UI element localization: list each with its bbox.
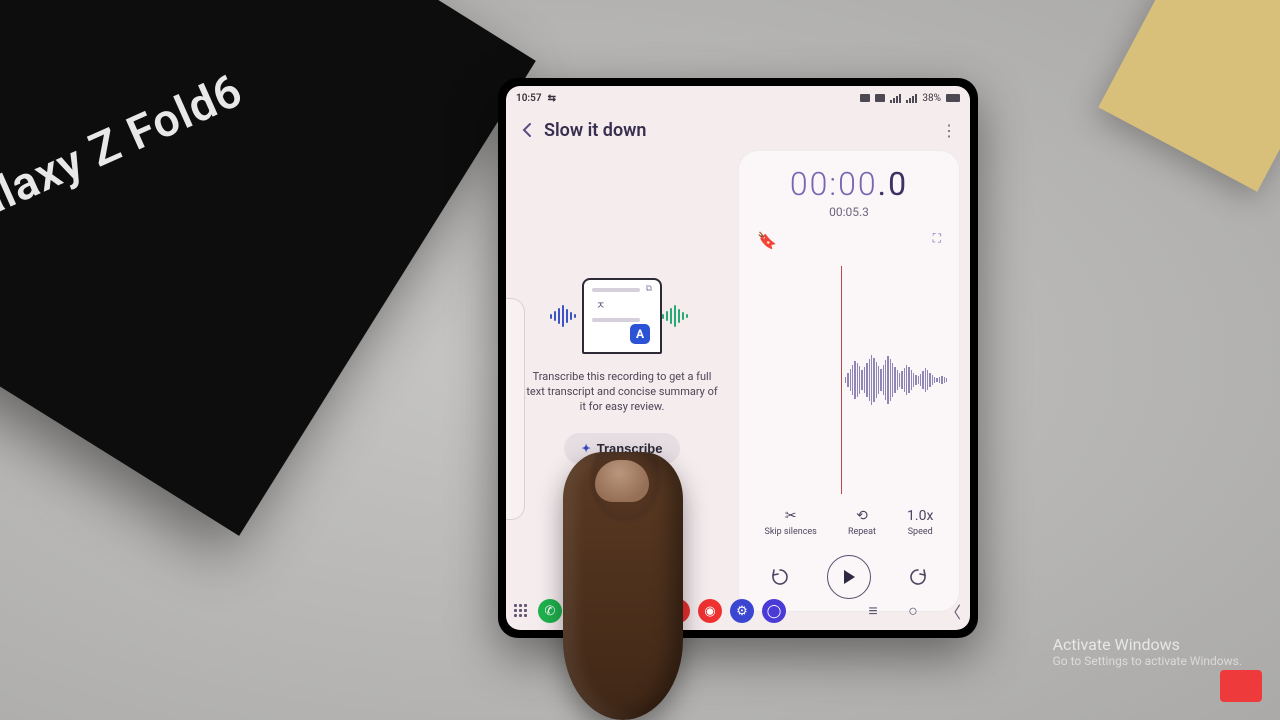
- chevron-left-icon: [521, 122, 533, 138]
- box-badge: [70, 0, 359, 16]
- nav-home[interactable]: ○: [904, 602, 922, 620]
- image-marker-button[interactable]: ⛶: [933, 231, 941, 250]
- player-card: 00:00.0 00:05.3 🔖 ⛶: [738, 150, 960, 612]
- side-panel-handle[interactable]: [506, 298, 525, 520]
- nav-recents[interactable]: ≡: [864, 602, 882, 620]
- skip-silences-button[interactable]: ✂︎ Skip silences: [765, 508, 817, 537]
- rewind-button[interactable]: [765, 562, 795, 592]
- alarm-icon: [860, 94, 870, 102]
- forward-icon: [908, 567, 928, 587]
- dock-hidden-2[interactable]: [602, 599, 626, 623]
- playback-time: 00:00.0: [749, 165, 949, 203]
- device-frame: 10:57 ⇆ 38% Slow it down ⋮: [498, 78, 978, 638]
- speed-button[interactable]: 1.0x Speed: [907, 508, 933, 537]
- back-button[interactable]: [516, 119, 538, 141]
- waveform[interactable]: [751, 258, 947, 502]
- status-battery: 38%: [922, 93, 941, 104]
- link-icon: ⧉: [646, 284, 652, 294]
- device-screen: 10:57 ⇆ 38% Slow it down ⋮: [506, 86, 970, 630]
- repeat-icon: ⟲: [856, 508, 868, 524]
- status-time: 10:57: [516, 93, 542, 104]
- youtube-badge: [1220, 670, 1262, 702]
- dock-settings[interactable]: ⚙: [730, 599, 754, 623]
- nav-back[interactable]: 〈: [944, 602, 962, 620]
- box-label: Galaxy Z Fold6: [0, 63, 251, 242]
- dock-rec[interactable]: ◉: [698, 599, 722, 623]
- dock-hidden-1[interactable]: [570, 599, 594, 623]
- transcribe-description: Transcribe this recording to get a full …: [525, 370, 720, 415]
- dock-snow[interactable]: ✽: [666, 599, 690, 623]
- transcribe-panel: ⧉ ㅈ A Transcribe this recording to get a…: [516, 150, 728, 584]
- signal-icon: [890, 94, 901, 103]
- more-options-button[interactable]: ⋮: [938, 121, 960, 140]
- transcribe-illustration: ⧉ ㅈ A: [542, 276, 702, 356]
- repeat-button[interactable]: ⟲ Repeat: [848, 508, 876, 537]
- a-chip: A: [630, 324, 650, 344]
- skip-silences-icon: ✂︎: [785, 508, 797, 524]
- page-title: Slow it down: [544, 120, 646, 141]
- play-icon: [842, 569, 856, 585]
- dock-opera[interactable]: ◯: [762, 599, 786, 623]
- rewind-icon: [770, 567, 790, 587]
- dock-phone[interactable]: ✆: [538, 599, 562, 623]
- taskbar: ✆ ▶ ✽ ◉ ⚙ ◯ ≡ ○ 〈: [506, 592, 970, 630]
- transcribe-button-label: Transcribe: [597, 441, 663, 456]
- dock-youtube[interactable]: ▶: [634, 599, 658, 623]
- apps-button[interactable]: [514, 604, 528, 618]
- app-header: Slow it down ⋮: [506, 110, 970, 150]
- playback-total: 00:05.3: [749, 205, 949, 219]
- doc-icon: ⧉ ㅈ A: [582, 278, 662, 354]
- speed-value: 1.0x: [907, 508, 933, 524]
- sparkle-icon: ✦: [582, 442, 591, 455]
- forward-button[interactable]: [903, 562, 933, 592]
- wifi-icon: [875, 94, 885, 102]
- bookmark-button[interactable]: 🔖: [757, 231, 777, 250]
- os-watermark: Activate Windows Go to Settings to activ…: [1053, 635, 1242, 668]
- status-net-icon: ⇆: [548, 93, 556, 104]
- transcribe-button[interactable]: ✦ Transcribe: [564, 433, 681, 464]
- status-bar: 10:57 ⇆ 38%: [506, 86, 970, 110]
- battery-icon: [946, 94, 960, 102]
- signal-icon-2: [906, 94, 917, 103]
